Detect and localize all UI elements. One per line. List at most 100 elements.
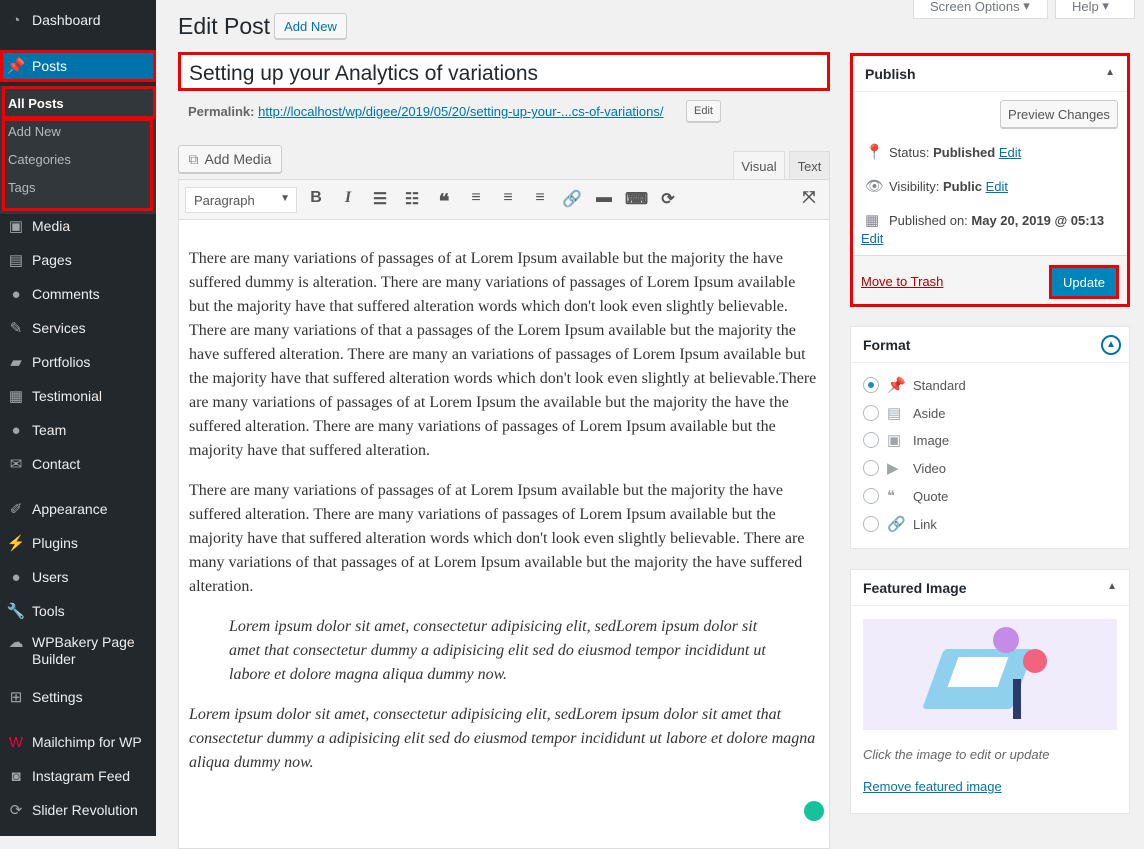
video-icon: ▶ [887,460,899,477]
sidebar-item-comments[interactable]: ● Comments [0,277,156,311]
radio[interactable] [863,516,879,532]
align-right-icon[interactable]: ≡ [529,189,551,211]
sidebar-item-instagram[interactable]: ◙ Instagram Feed [0,759,156,793]
format-option-video[interactable]: ▶ Video [863,459,946,477]
slider-icon: ⟳ [9,802,23,819]
format-option-aside[interactable]: ▤ Aside [863,404,946,422]
sidebar-item-contact[interactable]: ✉ Contact [0,447,156,481]
sidebar-item-posts[interactable]: 📌 Posts [0,50,156,82]
fullscreen-icon[interactable]: ⤧ [798,189,820,211]
sidebar-item-dashboard[interactable]: ◔ Dashboard [0,3,156,37]
permalink-link[interactable]: http://localhost/wp/digee/2019/05/20/set… [258,104,663,119]
read-more-icon[interactable]: ▬ [593,189,615,211]
editor-content[interactable]: There are many variations of passages of… [179,220,829,775]
visibility-row: 👁 Visibility: Public Edit [865,178,1009,195]
format-option-standard[interactable]: 📌 Standard [863,376,966,394]
radio[interactable] [863,432,879,448]
publish-box: Publish ▲ Preview Changes 📍 Status: Publis… [850,53,1130,307]
chevron-down-icon: ▼ [280,193,290,204]
align-left-icon[interactable]: ≡ [465,189,487,211]
remove-featured-image-link[interactable]: Remove featured image [863,779,1002,794]
mailchimp-icon: W [8,733,24,751]
eye-icon: 👁 [865,178,885,195]
featured-image-hint: Click the image to edit or update [863,747,1050,762]
update-button[interactable]: Update [1049,265,1119,299]
dashboard-icon: ◔ [11,11,21,29]
status-row: 📍 Status: Published Edit [865,144,1022,161]
preview-changes-button[interactable]: Preview Changes [1000,100,1118,128]
toolbar-toggle-icon[interactable]: ⌨ [625,189,648,211]
grammarly-icon[interactable] [804,801,824,821]
collapse-icon[interactable]: ▲ [1107,581,1117,592]
bold-icon[interactable]: B [305,189,327,211]
tools-icon: 🔧 [6,603,26,620]
blockquote: Lorem ipsum dolor sit amet, consectetur … [229,618,766,683]
help-button[interactable]: Help ▾ [1055,0,1135,19]
tab-visual[interactable]: Visual [733,151,785,180]
status-edit-link[interactable]: Edit [999,145,1021,160]
sidebar-item-pages[interactable]: ▤ Pages [0,243,156,277]
sidebar-item-settings[interactable]: ⊞ Settings [0,680,156,714]
date-edit-link[interactable]: Edit [861,231,883,246]
editor-toolbar: Paragraph ▼ B I ☰ ☷ ❝ ≡ ≡ ≡ 🔗 ▬ ⌨ ⟳ ⤧ [179,180,829,220]
add-media-button[interactable]: ⧉ Add Media [178,145,282,173]
wpbakery-icon: ☁ [8,634,24,651]
format-option-link[interactable]: 🔗 Link [863,515,937,533]
sidebar-item-users[interactable]: ● Users [0,560,156,594]
permalink-edit-button[interactable]: Edit [686,100,721,122]
format-select[interactable]: Paragraph ▼ [185,187,297,213]
sidebar-item-mailchimp[interactable]: W Mailchimp for WP [0,725,156,759]
brush-icon: ✐ [9,501,23,518]
publish-header[interactable]: Publish ▲ [853,56,1127,92]
sidebar-item-services[interactable]: ✎ Services [0,311,156,345]
post-title-input[interactable]: Setting up your Analytics of variations [178,52,830,91]
paragraph: There are many variations of passages of… [189,482,805,595]
admin-sidebar: ◔ Dashboard 📌 Posts All Posts Add New Cate… [0,0,156,836]
pin-icon: 📌 [887,377,906,394]
radio[interactable] [863,377,879,393]
format-option-image[interactable]: ▣ Image [863,431,949,449]
sidebar-item-tools[interactable]: 🔧 Tools [0,594,156,628]
refresh-icon[interactable]: ⟳ [657,189,679,211]
featured-image[interactable] [863,619,1117,730]
collapse-icon[interactable]: ▲ [1105,67,1115,78]
featured-image-header[interactable]: Featured Image ▲ [851,570,1129,606]
italic-icon[interactable]: I [337,189,359,211]
paragraph: There are many variations of passages of… [189,250,817,459]
bullet-list-icon[interactable]: ☰ [369,189,391,211]
move-to-trash-link[interactable]: Move to Trash [861,274,943,289]
sidebar-item-testimonial[interactable]: ▦ Testimonial [0,379,156,413]
tab-text[interactable]: Text [789,151,830,180]
collapse-icon[interactable]: ▲ [1101,335,1121,355]
visibility-edit-link[interactable]: Edit [986,179,1008,194]
featured-image-box: Featured Image ▲ Click the image to edit … [850,569,1130,814]
add-new-button[interactable]: Add New [274,13,347,39]
sidebar-item-plugins[interactable]: ⚡ Plugins [0,526,156,560]
pin-icon: 📍 [865,144,884,161]
format-option-quote[interactable]: ❝ Quote [863,487,948,505]
format-header[interactable]: Format ▲ [851,327,1129,363]
radio[interactable] [863,488,879,504]
image-icon: ▣ [887,432,902,449]
sidebar-item-portfolios[interactable]: ▰ Portfolios [0,345,156,379]
align-center-icon[interactable]: ≡ [497,189,519,211]
blockquote-icon[interactable]: ❝ [433,189,455,213]
sidebar-item-wpbakery[interactable]: ☁ WPBakery Page Builder [0,634,156,674]
quote-icon: ❝ [887,488,896,505]
settings-icon: ⊞ [9,689,23,706]
radio[interactable] [863,460,879,476]
sidebar-item-appearance[interactable]: ✐ Appearance [0,492,156,526]
radio[interactable] [863,405,879,421]
screen-options-button[interactable]: Screen Options ▾ [913,0,1048,19]
post-editor[interactable]: Paragraph ▼ B I ☰ ☷ ❝ ≡ ≡ ≡ 🔗 ▬ ⌨ ⟳ ⤧ The… [178,179,830,849]
sidebar-item-slider-revolution[interactable]: ⟳ Slider Revolution [0,793,156,827]
users-icon: ● [11,568,21,586]
link-icon[interactable]: 🔗 [561,189,583,211]
testimonial-icon: ▦ [8,388,24,405]
numbered-list-icon[interactable]: ☷ [401,189,423,211]
sidebar-item-team[interactable]: ● Team [0,413,156,447]
pages-icon: ▤ [8,252,24,269]
wrench-icon: ✎ [9,320,23,337]
sidebar-item-media[interactable]: ▣ Media [0,209,156,243]
page-title: Edit Post [178,13,271,39]
